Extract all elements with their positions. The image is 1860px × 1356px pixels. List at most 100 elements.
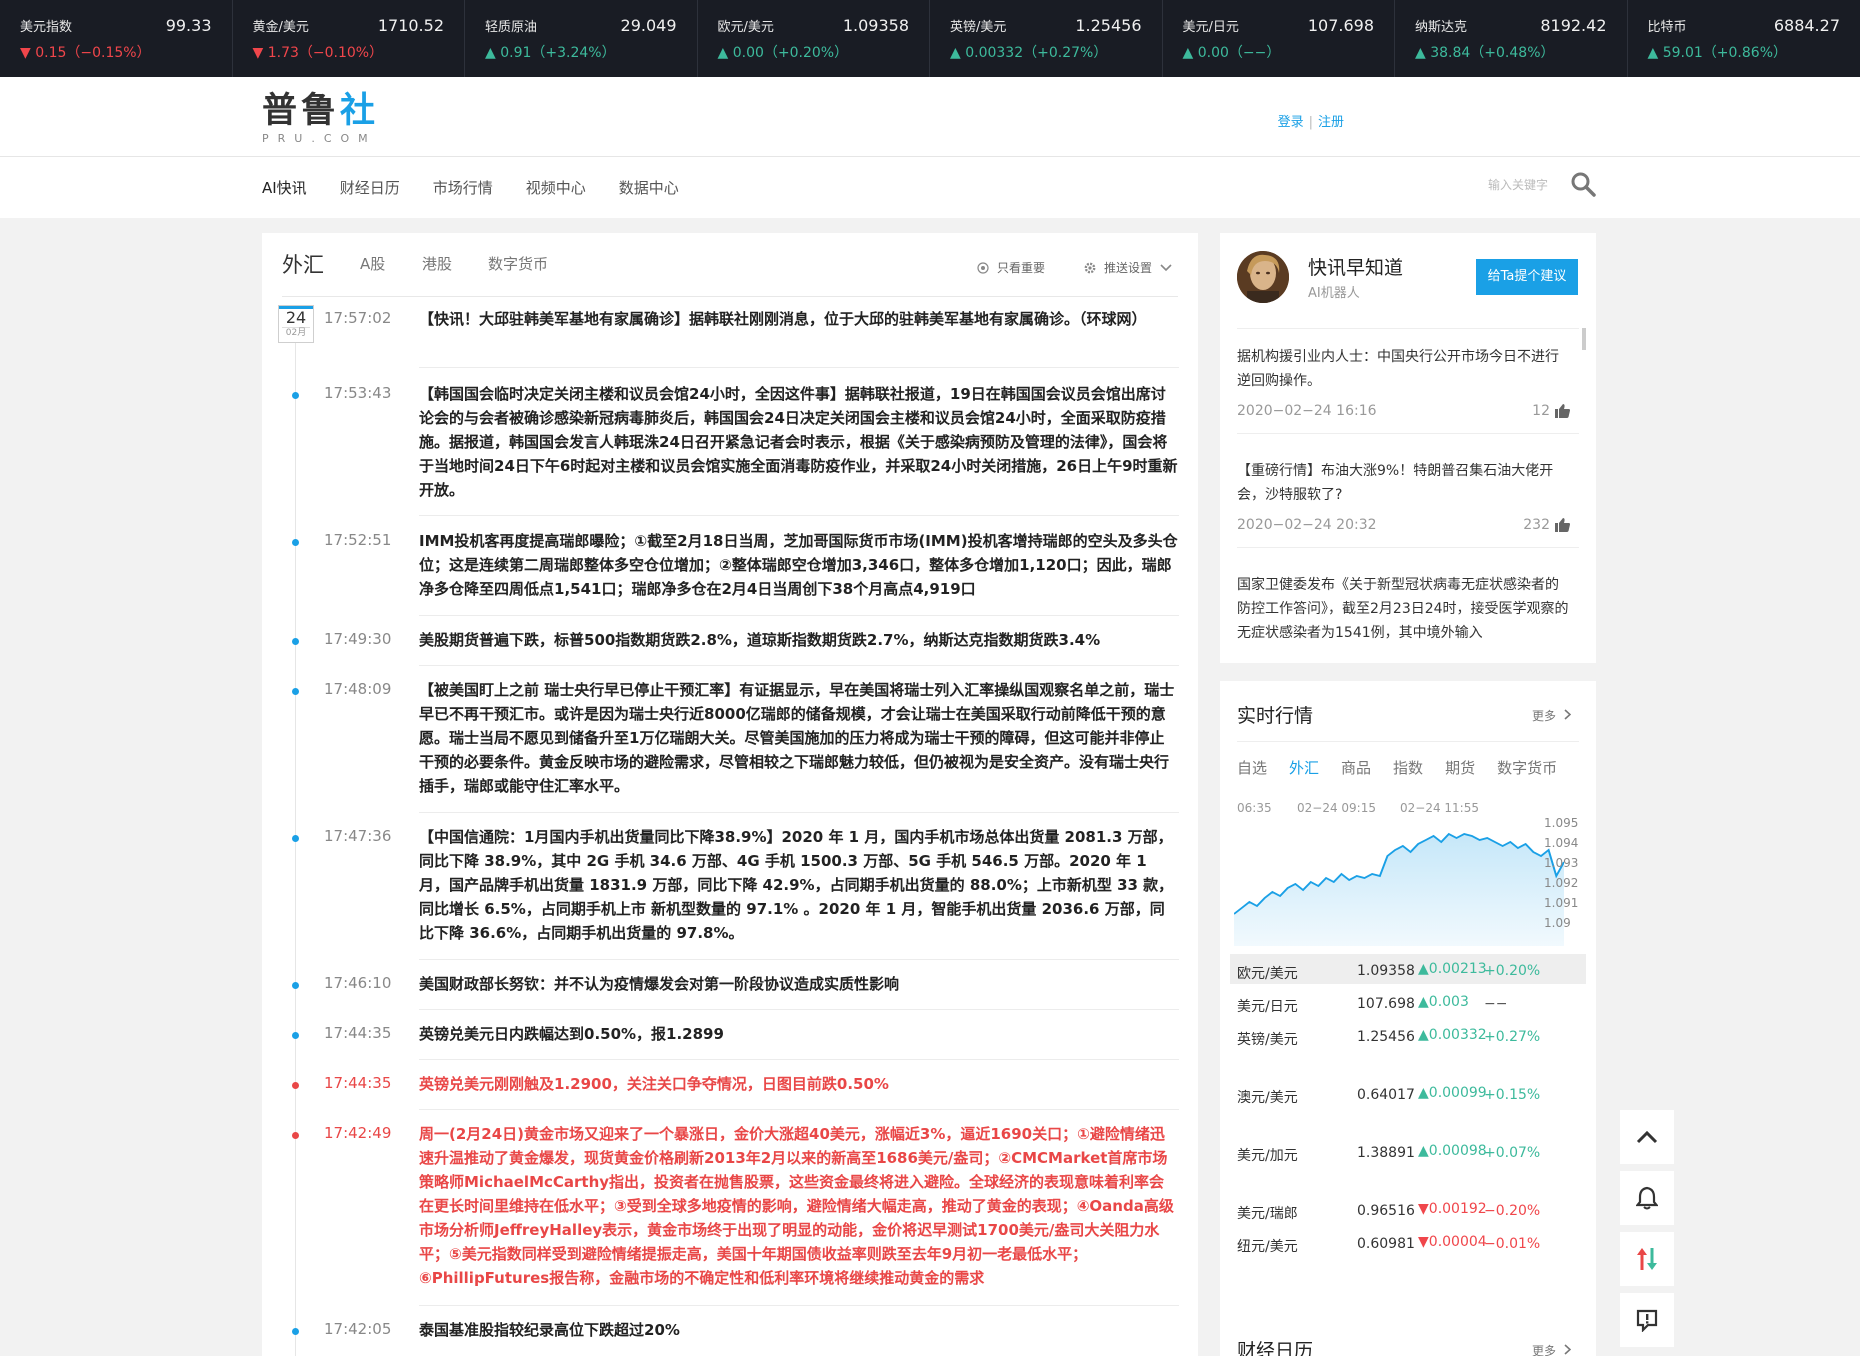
date-day: 24 [285,308,307,327]
bot-news-item[interactable]: 【重磅行情】布油大涨9%！特朗普召集石油大佬开会，沙特服软了? 2020−02−… [1237,459,1579,548]
quote-row[interactable]: 澳元/美元 0.64017 ▲0.00099 +0.15% [1230,1078,1586,1134]
chevron-down-icon [1160,263,1172,271]
news-time: 17:48:09 [324,680,392,698]
login-link[interactable]: 登录 [1278,115,1304,130]
news-text: 【快讯！大邱驻韩美军基地有家属确诊】据韩联社刚刚消息，位于大邱的驻韩美军基地有家… [419,310,1147,328]
suggest-button[interactable]: 给Ta提个建议 [1476,259,1578,295]
calendar-card: 财经日历 更多 [1220,1316,1596,1356]
timeline-dot [292,835,299,842]
market-tab-watchlist[interactable]: 自选 [1237,757,1267,778]
ticker-change: 0.00（+0.20%） [732,45,849,61]
main-nav: AI快讯 财经日历 市场行情 视频中心 数据中心 输入关键字 [0,157,1860,218]
ticker-name: 轻质原油 [485,19,538,35]
quote-row[interactable]: 美元/加元 1.38891 ▲0.00098 +0.07% [1230,1136,1586,1192]
news-text: 【中国信通院：1月国内手机出货量同比下降38.9%】2020 年 1 月，国内手… [419,828,1174,942]
timeline-dot [292,392,299,399]
feedback-icon [1636,1309,1658,1332]
price-chart[interactable] [1234,816,1564,956]
ticker-item[interactable]: 美元/日元 107.698 ▲ 0.00（−−） [1163,0,1395,77]
chevron-up-icon [1636,1130,1658,1144]
market-more-link[interactable]: 更多 [1532,707,1572,724]
ticker-name: 英镑/美元 [950,19,1007,35]
calendar-title: 财经日历 [1237,1340,1314,1356]
news-text-important: 英镑兑美元刚刚触及1.2900，关注关口争夺情况，日图目前跌0.50% [419,1075,889,1093]
tab-crypto[interactable]: 数字货币 [488,253,548,274]
news-text: 【被美国盯上之前 瑞士央行早已停止干预汇率】有证据显示，早在美国将瑞士列入汇率操… [419,681,1175,795]
quote-change: 0.00004 [1428,1234,1487,1250]
ticker-item[interactable]: 美元指数 99.33 ▼ 0.15（−0.15%） [0,0,233,77]
quote-pair: 美元/瑞郎 [1237,1206,1298,1222]
x-tick-label: 02−24 09:15 [1297,801,1376,815]
market-tab-indices[interactable]: 指数 [1393,757,1423,778]
news-time: 17:42:05 [324,1320,392,1338]
nav-item-video[interactable]: 视频中心 [526,177,586,198]
back-to-top-button[interactable] [1620,1110,1674,1164]
ticker-price: 1.09358 [842,15,909,35]
y-tick-label: 1.092 [1544,876,1579,890]
only-important-label: 只看重要 [997,261,1046,275]
bot-news-item[interactable]: 国家卫健委发布《关于新型冠状病毒无症状感染者的防控工作答问》，截至2月23日24… [1237,573,1570,645]
search-icon[interactable] [1570,171,1596,197]
more-label: 更多 [1532,709,1557,723]
tab-hk-stocks[interactable]: 港股 [422,253,452,274]
timeline-dot [292,638,299,645]
tab-a-shares[interactable]: A股 [360,253,385,274]
search-input[interactable]: 输入关键字 [1488,176,1570,193]
up-arrow-icon: ▲ [1418,994,1429,1010]
market-tab-futures[interactable]: 期货 [1445,757,1475,778]
y-tick-label: 1.09 [1544,916,1571,930]
tab-forex[interactable]: 外汇 [282,249,324,279]
quote-change: 0.00332 [1428,1027,1487,1043]
push-settings-button[interactable]: 推送设置 [1084,259,1172,276]
quote-row[interactable]: 纽元/美元 0.60981 ▼0.00004 −0.01% [1230,1227,1586,1283]
ticker-change: 59.01（+0.86%） [1662,45,1788,61]
up-arrow-icon: ▲ [717,45,733,61]
ticker-name: 欧元/美元 [717,19,774,35]
ticker-item[interactable]: 纳斯达克 8192.42 ▲ 38.84（+0.48%） [1395,0,1628,77]
ticker-item[interactable]: 比特币 6884.27 ▲ 59.01（+0.86%） [1628,0,1860,77]
quote-price: 1.38891 [1357,1145,1415,1161]
ticker-name: 美元指数 [20,19,73,35]
nav-item-ai-news[interactable]: AI快讯 [262,177,307,198]
quote-row[interactable]: 英镑/美元 1.25456 ▲0.00332 +0.27% [1230,1020,1586,1076]
quote-row[interactable]: 美元/日元 107.698 ▲0.003 −− [1230,987,1586,1017]
more-label: 更多 [1532,1344,1557,1356]
thumb-up-icon[interactable] [1555,404,1570,418]
news-text: IMM投机客再度提高瑞郎曝险；①截至2月18日当周，芝加哥国际货币市场(IMM)… [419,532,1178,598]
calendar-more-link[interactable]: 更多 [1532,1342,1572,1356]
nav-item-market[interactable]: 市场行情 [433,177,493,198]
up-arrow-icon: ▲ [1418,961,1429,977]
search-box: 输入关键字 [1488,171,1596,197]
ticker-item[interactable]: 轻质原油 29.049 ▲ 0.91（+3.24%） [465,0,698,77]
up-arrow-icon: ▲ [1418,1143,1429,1159]
date-badge: 24 02月 [278,305,314,343]
site-logo[interactable]: 普鲁社 PRU.COM [262,91,379,145]
market-tab-commodities[interactable]: 商品 [1341,757,1371,778]
up-arrow-icon: ▲ [1415,45,1431,61]
ticker-item[interactable]: 英镑/美元 1.25456 ▲ 0.00332（+0.27%） [930,0,1163,77]
nav-item-calendar[interactable]: 财经日历 [340,177,400,198]
quote-row[interactable]: 美元/瑞郎 0.96516 ▼0.00192 −0.20% [1230,1194,1586,1224]
news-text: 英镑兑美元日内跌幅达到0.50%，报1.2899 [419,1025,724,1043]
scrollbar[interactable] [1582,328,1586,350]
thumb-up-icon[interactable] [1555,518,1570,532]
market-tab-crypto[interactable]: 数字货币 [1497,757,1557,778]
up-arrow-icon: ▲ [1418,1085,1429,1101]
price-toggle-button[interactable] [1620,1232,1674,1286]
market-tab-forex[interactable]: 外汇 [1289,757,1319,778]
notification-button[interactable] [1620,1171,1674,1225]
quote-row[interactable]: 欧元/美元 1.09358 ▲0.00213 +0.20% [1230,954,1586,984]
only-important-toggle[interactable]: 只看重要 [977,259,1045,276]
bot-news-card: 快讯早知道 AI机器人 给Ta提个建议 据机构援引业内人士：中国央行公开市场今日… [1220,233,1596,663]
feedback-button[interactable] [1620,1293,1674,1347]
x-tick-label: 06:35 [1237,801,1272,815]
ticker-price: 107.698 [1307,15,1374,35]
register-link[interactable]: 注册 [1318,115,1344,130]
ticker-item[interactable]: 黄金/美元 1710.52 ▼ 1.73（−0.10%） [233,0,465,77]
ticker-item[interactable]: 欧元/美元 1.09358 ▲ 0.00（+0.20%） [698,0,930,77]
y-tick-label: 1.094 [1544,836,1579,850]
bot-news-item[interactable]: 据机构援引业内人士：中国央行公开市场今日不进行逆回购操作。 2020−02−24… [1237,345,1579,434]
y-tick-label: 1.091 [1544,896,1579,910]
quote-percent: +0.07% [1484,1145,1541,1161]
nav-item-data[interactable]: 数据中心 [619,177,679,198]
